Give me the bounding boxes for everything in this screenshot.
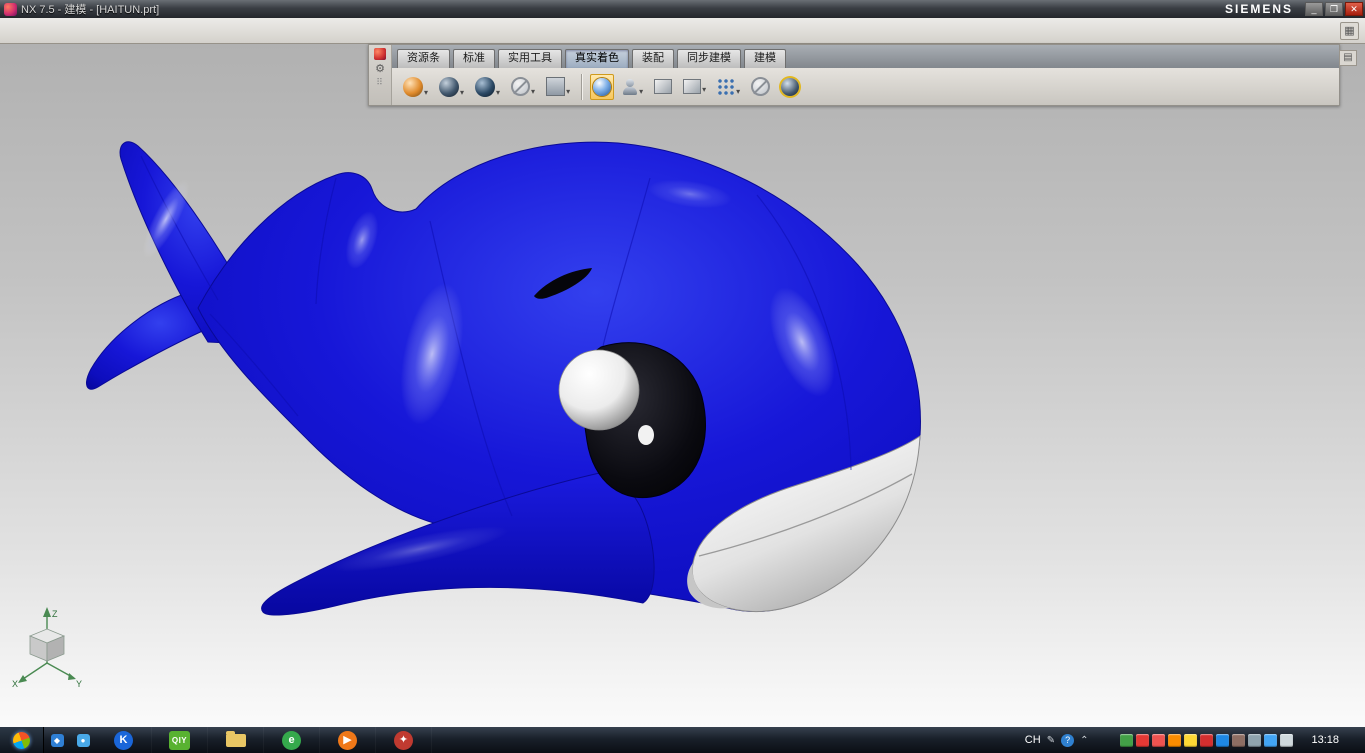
quick-launch-1[interactable]: ◆	[44, 727, 70, 753]
window-layout-icon[interactable]: ▦	[1340, 22, 1359, 40]
qiy-video-icon: QIY	[168, 730, 191, 750]
nx-mini-icon	[374, 48, 386, 60]
tray-icon-strip	[1120, 733, 1294, 747]
graphics-viewport[interactable]: ⚙ ⠿ 资源条 标准 实用工具 真实着色 装配 同步建模 建模 ▾ ▾ ▾ ▾ …	[0, 44, 1365, 727]
chevron-up-icon[interactable]: ⌃	[1080, 735, 1088, 746]
minimize-button[interactable]: _	[1305, 2, 1323, 16]
taskbar-app-player[interactable]: ▶	[320, 727, 376, 753]
quick-launch-2-icon: ●	[76, 733, 90, 747]
tab-modeling[interactable]: 建模	[744, 49, 786, 68]
browser-icon: e	[282, 730, 301, 750]
textures-box-icon[interactable]: ▾	[680, 75, 709, 98]
taskbar: ◆ ● K QIY e ▶ ✦ CH ✎ ? ⌃ 13:18	[0, 727, 1365, 753]
pen-input-icon[interactable]: ✎	[1047, 735, 1055, 746]
media-player-icon: ▶	[338, 730, 357, 750]
tray-icon-2[interactable]	[1136, 733, 1150, 747]
k-music-icon: K	[114, 730, 133, 750]
dolphin-model[interactable]	[0, 44, 1365, 727]
taskbar-app-k[interactable]: K	[96, 727, 152, 753]
quick-launch-1-icon: ◆	[50, 733, 64, 747]
window-title: NX 7.5 - 建模 - [HAITUN.prt]	[21, 4, 160, 16]
orient-sphere-icon[interactable]: ▾	[400, 73, 431, 101]
nx-logo-icon	[4, 2, 17, 16]
rendering-style-icon[interactable]: ▾	[436, 73, 467, 101]
toolbar-handle-column: ⚙ ⠿	[369, 45, 392, 105]
global-illumination-icon[interactable]	[778, 74, 802, 100]
restore-button[interactable]: ❐	[1325, 2, 1343, 16]
tray-icon-6[interactable]	[1200, 733, 1214, 747]
dropdown-caret-icon[interactable]: ▾	[736, 87, 740, 96]
effects-off-icon[interactable]	[748, 73, 773, 100]
close-button[interactable]: ✕	[1345, 2, 1363, 16]
folder-explorer-icon	[225, 730, 246, 747]
tab-utility-tools[interactable]: 实用工具	[498, 49, 562, 68]
tray-icon-1[interactable]	[1120, 733, 1134, 747]
help-icon[interactable]: ?	[1061, 733, 1075, 747]
nx-app-icon: ✦	[394, 730, 413, 750]
nx-window: NX 7.5 - 建模 - [HAITUN.prt] SIEMENS _ ❐ ✕…	[0, 0, 1365, 753]
dropdown-caret-icon[interactable]: ▾	[496, 88, 500, 97]
render-toolbar: ▾ ▾ ▾ ▾ ▾ ▾ ▾ ▾	[392, 68, 1339, 105]
taskbar-app-explorer[interactable]	[208, 727, 264, 753]
clock[interactable]: 13:18	[1311, 734, 1339, 746]
dropdown-caret-icon[interactable]: ▾	[424, 88, 428, 97]
toolbar-options-gear-icon[interactable]: ⚙	[375, 63, 385, 75]
tab-true-shading[interactable]: 真实着色	[565, 49, 629, 68]
siemens-logo: SIEMENS	[1224, 2, 1293, 16]
tray-icon-7[interactable]	[1216, 733, 1230, 747]
background-swatch-icon[interactable]: ▾	[543, 73, 573, 100]
toolbar-main: 资源条 标准 实用工具 真实着色 装配 同步建模 建模 ▾ ▾ ▾ ▾ ▾ ▾ …	[392, 45, 1339, 105]
menu-strip: ▦	[0, 18, 1365, 44]
quick-launch-2[interactable]: ●	[70, 727, 96, 753]
system-tray: CH ✎ ? ⌃ 13:18	[1025, 733, 1365, 747]
triad-x-label: X	[12, 679, 18, 689]
tray-icon-5[interactable]	[1184, 733, 1198, 747]
face-analysis-icon[interactable]: ▾	[619, 74, 646, 100]
decals-dots-icon[interactable]: ▾	[714, 74, 743, 100]
titlebar: NX 7.5 - 建模 - [HAITUN.prt] SIEMENS _ ❐ ✕	[0, 0, 1365, 18]
tray-icon-4[interactable]	[1168, 733, 1182, 747]
true-shading-toggle-icon[interactable]	[590, 73, 615, 100]
toolbar-panel: ⚙ ⠿ 资源条 标准 实用工具 真实着色 装配 同步建模 建模 ▾ ▾ ▾ ▾ …	[368, 44, 1340, 106]
toolbar-separator	[581, 73, 583, 100]
dropdown-caret-icon[interactable]: ▾	[460, 88, 464, 97]
taskbar-app-qiy[interactable]: QIY	[152, 727, 208, 753]
visualization-off-icon[interactable]: ▾	[508, 73, 538, 100]
tab-synchronous-modeling[interactable]: 同步建模	[677, 49, 741, 68]
dropdown-caret-icon[interactable]: ▾	[531, 87, 535, 96]
dolphin-eyeball[interactable]	[558, 349, 640, 431]
tray-icon-8[interactable]	[1232, 733, 1246, 747]
triad-z-label: Z	[52, 609, 58, 619]
toolbar-tabs-row: 资源条 标准 实用工具 真实着色 装配 同步建模 建模	[392, 45, 1339, 68]
tray-icon-9[interactable]	[1248, 733, 1262, 747]
tray-icon-10[interactable]	[1264, 733, 1278, 747]
dolphin-pupil-highlight	[638, 425, 654, 445]
language-indicator[interactable]: CH	[1025, 734, 1041, 746]
dock-panel-icon[interactable]: ▤	[1339, 50, 1357, 66]
toolbar-grip-icon[interactable]: ⠿	[376, 78, 384, 87]
windows-start-icon	[10, 729, 33, 751]
start-button[interactable]	[0, 727, 44, 753]
shaded-style-icon[interactable]: ▾	[472, 73, 503, 101]
taskbar-app-nx[interactable]: ✦	[376, 727, 432, 753]
dropdown-caret-icon[interactable]: ▾	[566, 87, 570, 96]
tab-resource-bar[interactable]: 资源条	[397, 49, 450, 68]
dropdown-caret-icon[interactable]: ▾	[702, 85, 706, 94]
tray-icon-3[interactable]	[1152, 733, 1166, 747]
dropdown-caret-icon[interactable]: ▾	[639, 87, 643, 96]
materials-box-icon[interactable]	[651, 75, 675, 98]
triad-y-label: Y	[76, 679, 82, 689]
taskbar-app-browser[interactable]: e	[264, 727, 320, 753]
tab-standard[interactable]: 标准	[453, 49, 495, 68]
tray-icon-11[interactable]	[1280, 733, 1294, 747]
wcs-triad[interactable]: Z X Y	[10, 605, 84, 689]
tab-assemblies[interactable]: 装配	[632, 49, 674, 68]
